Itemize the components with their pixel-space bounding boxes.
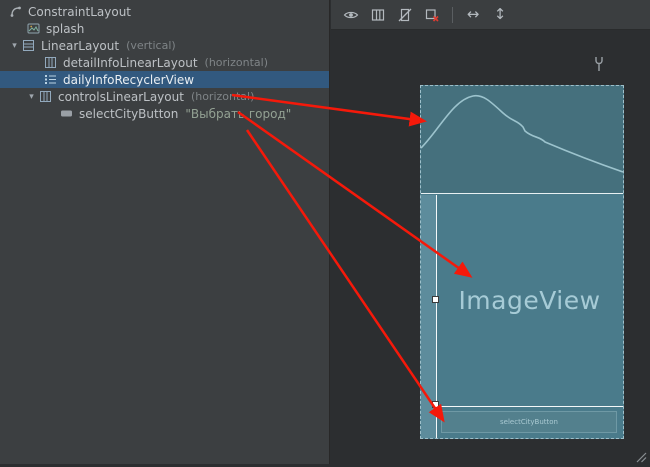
tree-item-label: LinearLayout [41,39,119,53]
tree-item-label: controlsLinearLayout [58,90,184,104]
recyclerview-list-icon [43,73,58,87]
tree-item-linearlayout[interactable]: ▾ LinearLayout (vertical) [0,37,329,54]
detail-info-preview[interactable] [421,86,623,194]
tree-item-label: detailInfoLinearLayout [63,56,198,70]
tree-item-meta: (horizontal) [191,90,254,103]
selection-border-bottom [436,406,623,407]
tree-item-meta: (vertical) [126,39,176,52]
button-icon [59,107,74,121]
vertical-arrow-icon[interactable]: ↕ [491,6,509,24]
tree-item-constraintlayout[interactable]: ConstraintLayout [0,3,329,20]
resize-handle-icon[interactable] [634,448,647,461]
phone-preview[interactable]: ImageView selectCityButton [420,85,624,439]
component-tree-panel: ConstraintLayout splash ▾ LinearLayout (… [0,0,330,464]
tree-item-label: selectCityButton [79,107,178,121]
tree-item-text-value: "Выбрать город" [185,107,291,121]
constraintlayout-icon [8,5,23,19]
horizontal-arrow-icon[interactable]: ↔ [464,6,482,24]
linearlayout-horizontal-icon [43,56,58,70]
design-surface[interactable]: ImageView selectCityButton [331,30,650,464]
selection-handle-bottom-left[interactable] [432,401,439,408]
no-decorations-icon[interactable] [396,6,414,24]
linearlayout-vertical-icon [21,39,36,53]
linearlayout-horizontal-icon [38,90,53,104]
tree-item-detailinfolinearlayout[interactable]: detailInfoLinearLayout (horizontal) [0,54,329,71]
tree-item-splash[interactable]: splash [0,20,329,37]
wrench-icon[interactable] [592,56,606,72]
imageview-label: ImageView [458,286,600,315]
toolbar-separator [452,7,453,23]
eye-icon[interactable] [342,6,360,24]
design-toolbar: ↔ ↕ [331,0,650,30]
tree-item-dailyinforecyclerview[interactable]: dailyInfoRecyclerView [0,71,329,88]
tree-item-label: dailyInfoRecyclerView [63,73,194,87]
expand-arrow-icon[interactable]: ▾ [25,92,38,102]
expand-arrow-icon[interactable]: ▾ [8,41,21,51]
column-view-icon[interactable] [369,6,387,24]
imageview-preview[interactable]: ImageView [436,195,623,406]
tree-item-controlslinearlayout[interactable]: ▾ controlsLinearLayout (horizontal) [0,88,329,105]
selection-handle-left[interactable] [432,296,439,303]
selectcitybutton-preview-label: selectCityButton [500,418,558,426]
chart-curve [421,86,623,193]
tree-item-selectcitybutton[interactable]: selectCityButton "Выбрать город" [0,105,329,122]
selectcitybutton-preview[interactable]: selectCityButton [441,411,617,433]
tree-item-label: ConstraintLayout [28,5,131,19]
tree-item-meta: (horizontal) [205,56,268,69]
image-icon [26,22,41,36]
tree-item-label: splash [46,22,84,36]
render-issues-icon[interactable] [423,6,441,24]
